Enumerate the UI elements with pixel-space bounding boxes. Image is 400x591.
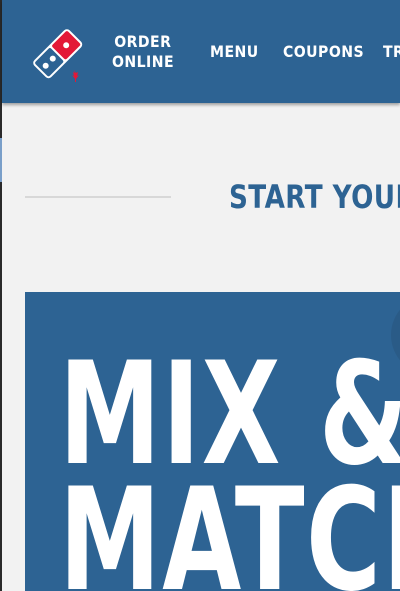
site-header: ORDER ONLINE MENU COUPONS TR [2, 0, 400, 103]
section-divider [25, 196, 171, 198]
dominos-logo-icon[interactable] [24, 20, 90, 86]
order-online-line-2: ONLINE [112, 52, 175, 71]
order-online-link[interactable]: ORDER ONLINE [112, 32, 174, 72]
start-order-heading: START YOUR [229, 178, 400, 216]
page: ORDER ONLINE MENU COUPONS TR START YOUR … [0, 0, 400, 591]
promo-title-line-2: MATCH [59, 458, 400, 591]
nav-menu[interactable]: MENU [210, 42, 259, 62]
order-online-line-1: ORDER [114, 32, 172, 51]
window-edge-accent [0, 138, 2, 182]
mix-match-promo[interactable]: MIX & MATCH [25, 292, 400, 591]
nav-coupons[interactable]: COUPONS [283, 42, 364, 62]
nav-tracker[interactable]: TR [383, 42, 400, 62]
